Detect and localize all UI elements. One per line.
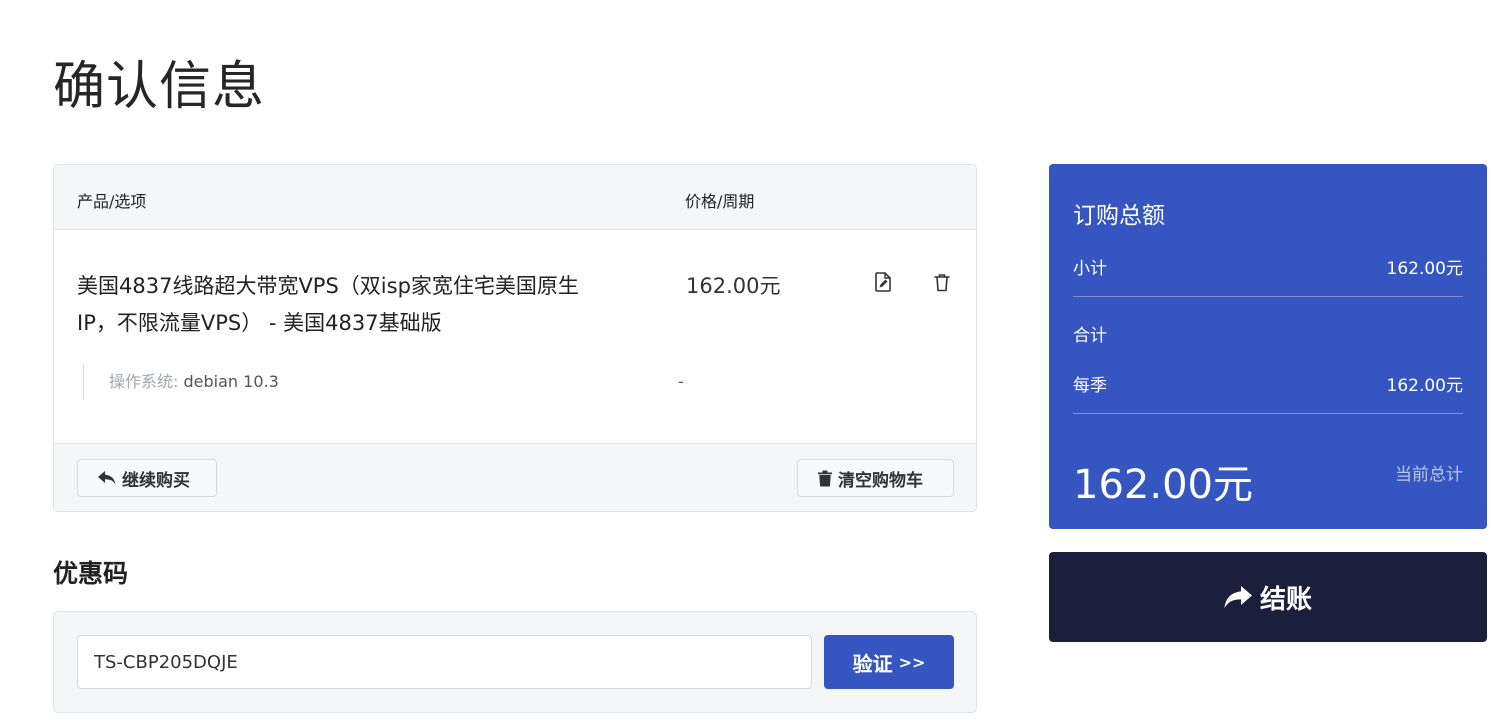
coupon-panel: 验证 >>: [53, 611, 977, 713]
page-title: 确认信息: [53, 57, 266, 117]
product-column-header: 产品/选项: [77, 192, 147, 211]
option-value: debian 10.3: [183, 372, 279, 391]
file-edit-icon[interactable]: [872, 270, 894, 294]
double-chevron-icon: >>: [898, 652, 926, 672]
summary-divider: [1073, 413, 1463, 414]
quarterly-label: 每季: [1073, 376, 1107, 396]
product-price: 162.00元: [686, 274, 781, 298]
quarterly-row: 每季 162.00元: [1073, 371, 1463, 396]
coupon-input[interactable]: [77, 635, 812, 689]
cart-panel: 产品/选项 价格/周期 美国4837线路超大带宽VPS（双isp家宽住宅美国原生…: [53, 164, 977, 512]
order-summary: 订购总额 小计 162.00元 合计 每季 162.00元 162.00元 当前…: [1049, 164, 1487, 529]
product-option: 操作系统: debian 10.3: [83, 364, 279, 400]
total-row: 合计: [1073, 321, 1463, 346]
trash-icon[interactable]: [931, 270, 953, 294]
product-name: 美国4837线路超大带宽VPS（双isp家宽住宅美国原生 IP，不限流量VPS）…: [77, 268, 637, 342]
price-column-header: 价格/周期: [685, 192, 755, 211]
quarterly-value: 162.00元: [1386, 376, 1463, 396]
share-arrow-icon: [1224, 586, 1252, 608]
product-name-line1: 美国4837线路超大带宽VPS（双isp家宽住宅美国原生: [77, 274, 579, 298]
total-label: 合计: [1073, 326, 1107, 346]
cart-footer: 继续购买 清空购物车: [54, 443, 976, 511]
option-price: -: [678, 372, 684, 391]
option-label: 操作系统:: [109, 372, 179, 391]
checkout-button[interactable]: 结账: [1049, 552, 1487, 642]
subtotal-value: 162.00元: [1386, 259, 1463, 279]
summary-title: 订购总额: [1073, 203, 1165, 229]
trash-icon: [818, 470, 832, 486]
empty-cart-button[interactable]: 清空购物车: [797, 459, 954, 497]
summary-divider: [1073, 296, 1463, 297]
continue-shopping-label: 继续购买: [122, 470, 190, 491]
coupon-title: 优惠码: [53, 559, 129, 588]
empty-cart-label: 清空购物车: [838, 470, 923, 491]
validate-label: 验证: [852, 651, 893, 676]
validate-coupon-button[interactable]: 验证 >>: [824, 635, 954, 689]
continue-shopping-button[interactable]: 继续购买: [77, 459, 217, 497]
grand-total-amount: 162.00元: [1073, 462, 1253, 508]
grand-total-label: 当前总计: [1395, 465, 1463, 485]
subtotal-label: 小计: [1073, 259, 1107, 279]
product-name-line2: IP，不限流量VPS） - 美国4837基础版: [77, 311, 442, 335]
reply-icon: [98, 471, 116, 485]
cart-item: 美国4837线路超大带宽VPS（双isp家宽住宅美国原生 IP，不限流量VPS）…: [54, 230, 976, 443]
checkout-label: 结账: [1259, 584, 1312, 615]
subtotal-row: 小计 162.00元: [1073, 254, 1463, 279]
cart-header: 产品/选项 价格/周期: [54, 165, 976, 230]
